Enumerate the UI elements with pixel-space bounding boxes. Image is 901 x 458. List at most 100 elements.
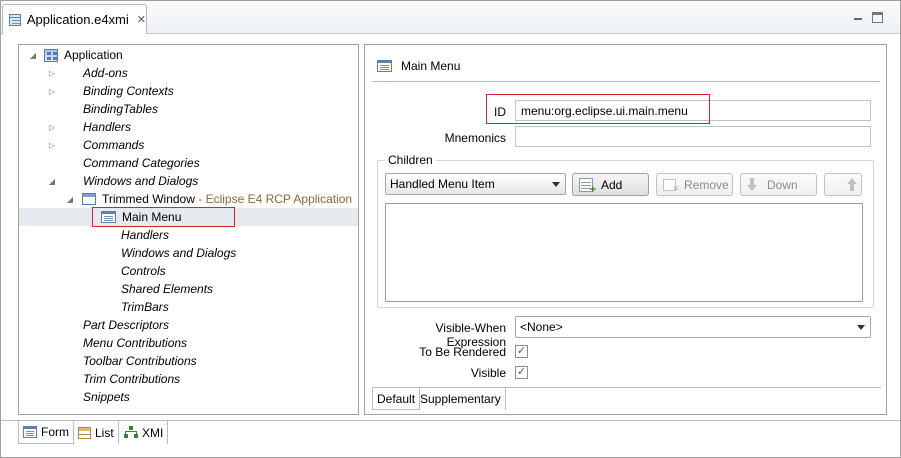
application-icon xyxy=(44,48,58,62)
tree-item-label: Shared Elements xyxy=(121,282,214,296)
tree-item-label: Commands xyxy=(83,138,145,152)
tab-list[interactable]: List xyxy=(74,421,119,444)
visible-label: Visible xyxy=(470,366,506,380)
children-type-select[interactable]: Handled Menu Item xyxy=(385,173,566,195)
tree-item-label: Handlers xyxy=(121,228,170,242)
editor-tab-bar: Application.e4xmi ✕ xyxy=(1,1,900,34)
properties-form-pane: Main Menu ID Mnemonics Children Handled … xyxy=(364,44,887,415)
window-icon xyxy=(82,193,96,205)
list-icon xyxy=(78,426,91,439)
tree-item-part-descriptors[interactable]: Part Descriptors xyxy=(19,316,358,334)
editor-tab-title: Application.e4xmi xyxy=(26,12,129,27)
remove-button-label: Remove xyxy=(684,177,729,192)
mnemonics-field[interactable] xyxy=(515,126,871,147)
visible-when-select[interactable]: <None> xyxy=(515,316,871,338)
header-divider xyxy=(372,81,880,82)
tree-item-snippets[interactable]: Snippets xyxy=(19,388,358,406)
id-highlight-box xyxy=(486,94,710,124)
to-be-rendered-checkbox[interactable]: ✓ xyxy=(515,345,528,358)
tree-item-label: Trimmed Window xyxy=(102,192,195,206)
main-menu-highlight-box xyxy=(92,207,235,227)
collapsed-arrow-icon[interactable]: ▷ xyxy=(47,87,57,96)
tab-xmi[interactable]: XMI xyxy=(120,421,169,444)
up-arrow-icon xyxy=(847,178,857,191)
dropdown-caret-icon xyxy=(552,182,560,187)
tree-item-label: Snippets xyxy=(83,390,130,404)
minimize-icon[interactable] xyxy=(851,10,865,24)
collapsed-arrow-icon[interactable]: ▷ xyxy=(47,123,57,132)
tree-item-label: Menu Contributions xyxy=(83,336,188,350)
tree-item-command-categories[interactable]: Command Categories xyxy=(19,154,358,172)
tree-item-menu-contributions[interactable]: Menu Contributions xyxy=(19,334,358,352)
tree-item-label: Binding Contexts xyxy=(83,84,174,98)
tab-supplementary[interactable]: Supplementary xyxy=(416,388,506,410)
tree-item-label: Add-ons xyxy=(83,66,128,80)
up-button[interactable] xyxy=(824,173,862,196)
form-icon xyxy=(23,426,37,438)
remove-button[interactable]: Remove xyxy=(656,173,733,196)
children-list[interactable] xyxy=(385,203,863,302)
expanded-arrow-icon[interactable]: ◢ xyxy=(28,51,38,60)
tree-item-suffix: - Eclipse E4 RCP Application xyxy=(194,192,353,206)
tree-item-label: Toolbar Contributions xyxy=(83,354,197,368)
add-icon xyxy=(579,177,596,196)
children-type-value: Handled Menu Item xyxy=(390,177,495,191)
maximize-icon[interactable] xyxy=(872,12,883,23)
tab-supplementary-label: Supplementary xyxy=(420,392,501,406)
tree-item-window-shared-elements[interactable]: Shared Elements xyxy=(19,280,358,298)
add-button[interactable]: Add xyxy=(572,173,649,196)
down-button[interactable]: Down xyxy=(740,173,817,196)
editor-tab[interactable]: Application.e4xmi ✕ xyxy=(2,4,147,34)
tree-item-commands[interactable]: ▷ Commands xyxy=(19,136,358,154)
tree-item-binding-contexts[interactable]: ▷ Binding Contexts xyxy=(19,82,358,100)
tab-form[interactable]: Form xyxy=(18,421,74,444)
tree-item-window-windows-and-dialogs[interactable]: Windows and Dialogs xyxy=(19,244,358,262)
tree-item-label: Application xyxy=(64,48,123,62)
expanded-arrow-icon[interactable]: ◢ xyxy=(47,177,57,186)
tree-item-window-handlers[interactable]: Handlers xyxy=(19,226,358,244)
e4xmi-file-icon xyxy=(9,13,21,26)
collapsed-arrow-icon[interactable]: ▷ xyxy=(47,141,57,150)
tree-item-trim-contributions[interactable]: Trim Contributions xyxy=(19,370,358,388)
tab-default[interactable]: Default xyxy=(372,388,421,410)
tree-item-label: Trim Contributions xyxy=(83,372,181,386)
tab-list-label: List xyxy=(95,425,114,440)
tree-item-binding-tables[interactable]: BindingTables xyxy=(19,100,358,118)
tab-close-icon[interactable]: ✕ xyxy=(137,13,146,26)
tree-item-label: Windows and Dialogs xyxy=(83,174,199,188)
model-tree-pane: ◢ Application ▷ Add-ons ▷ Binding Contex… xyxy=(18,44,359,415)
visible-when-value: <None> xyxy=(520,320,563,334)
visible-checkbox[interactable]: ✓ xyxy=(515,366,528,379)
tree-item-window-trimbars[interactable]: TrimBars xyxy=(19,298,358,316)
down-arrow-icon xyxy=(747,178,757,191)
form-header-title: Main Menu xyxy=(401,59,461,73)
tab-form-label: Form xyxy=(41,425,69,439)
tab-xmi-label: XMI xyxy=(142,425,164,440)
tree-item-windows-and-dialogs[interactable]: ◢ Windows and Dialogs xyxy=(19,172,358,190)
tab-default-label: Default xyxy=(377,391,416,406)
form-header: Main Menu xyxy=(377,59,460,73)
tree-item-addons[interactable]: ▷ Add-ons xyxy=(19,64,358,82)
expanded-arrow-icon[interactable]: ◢ xyxy=(65,195,75,204)
tree-item-label: Handlers xyxy=(83,120,132,134)
tree-item-label: BindingTables xyxy=(83,102,158,116)
dropdown-caret-icon xyxy=(857,325,865,330)
tree-item-handlers[interactable]: ▷ Handlers xyxy=(19,118,358,136)
menu-icon xyxy=(377,60,392,72)
tree-item-label: Part Descriptors xyxy=(83,318,170,332)
to-be-rendered-label: To Be Rendered xyxy=(419,345,506,359)
xmi-tree-icon xyxy=(124,426,138,439)
editor-frame: Application.e4xmi ✕ ◢ Application ▷ Add-… xyxy=(0,0,901,458)
remove-icon xyxy=(663,178,679,195)
tree-item-window-controls[interactable]: Controls xyxy=(19,262,358,280)
tree-item-label: Command Categories xyxy=(83,156,200,170)
tree-item-label: TrimBars xyxy=(121,300,169,314)
children-group-label: Children xyxy=(385,153,436,167)
tree-item-trimmed-window[interactable]: ◢ Trimmed Window - Eclipse E4 RCP Applic… xyxy=(19,190,358,208)
tree-item-label: Controls xyxy=(121,264,166,278)
down-button-label: Down xyxy=(767,177,798,192)
add-button-label: Add xyxy=(601,177,623,192)
tree-root-application[interactable]: ◢ Application xyxy=(19,46,358,64)
tree-item-toolbar-contributions[interactable]: Toolbar Contributions xyxy=(19,352,358,370)
collapsed-arrow-icon[interactable]: ▷ xyxy=(47,69,57,78)
